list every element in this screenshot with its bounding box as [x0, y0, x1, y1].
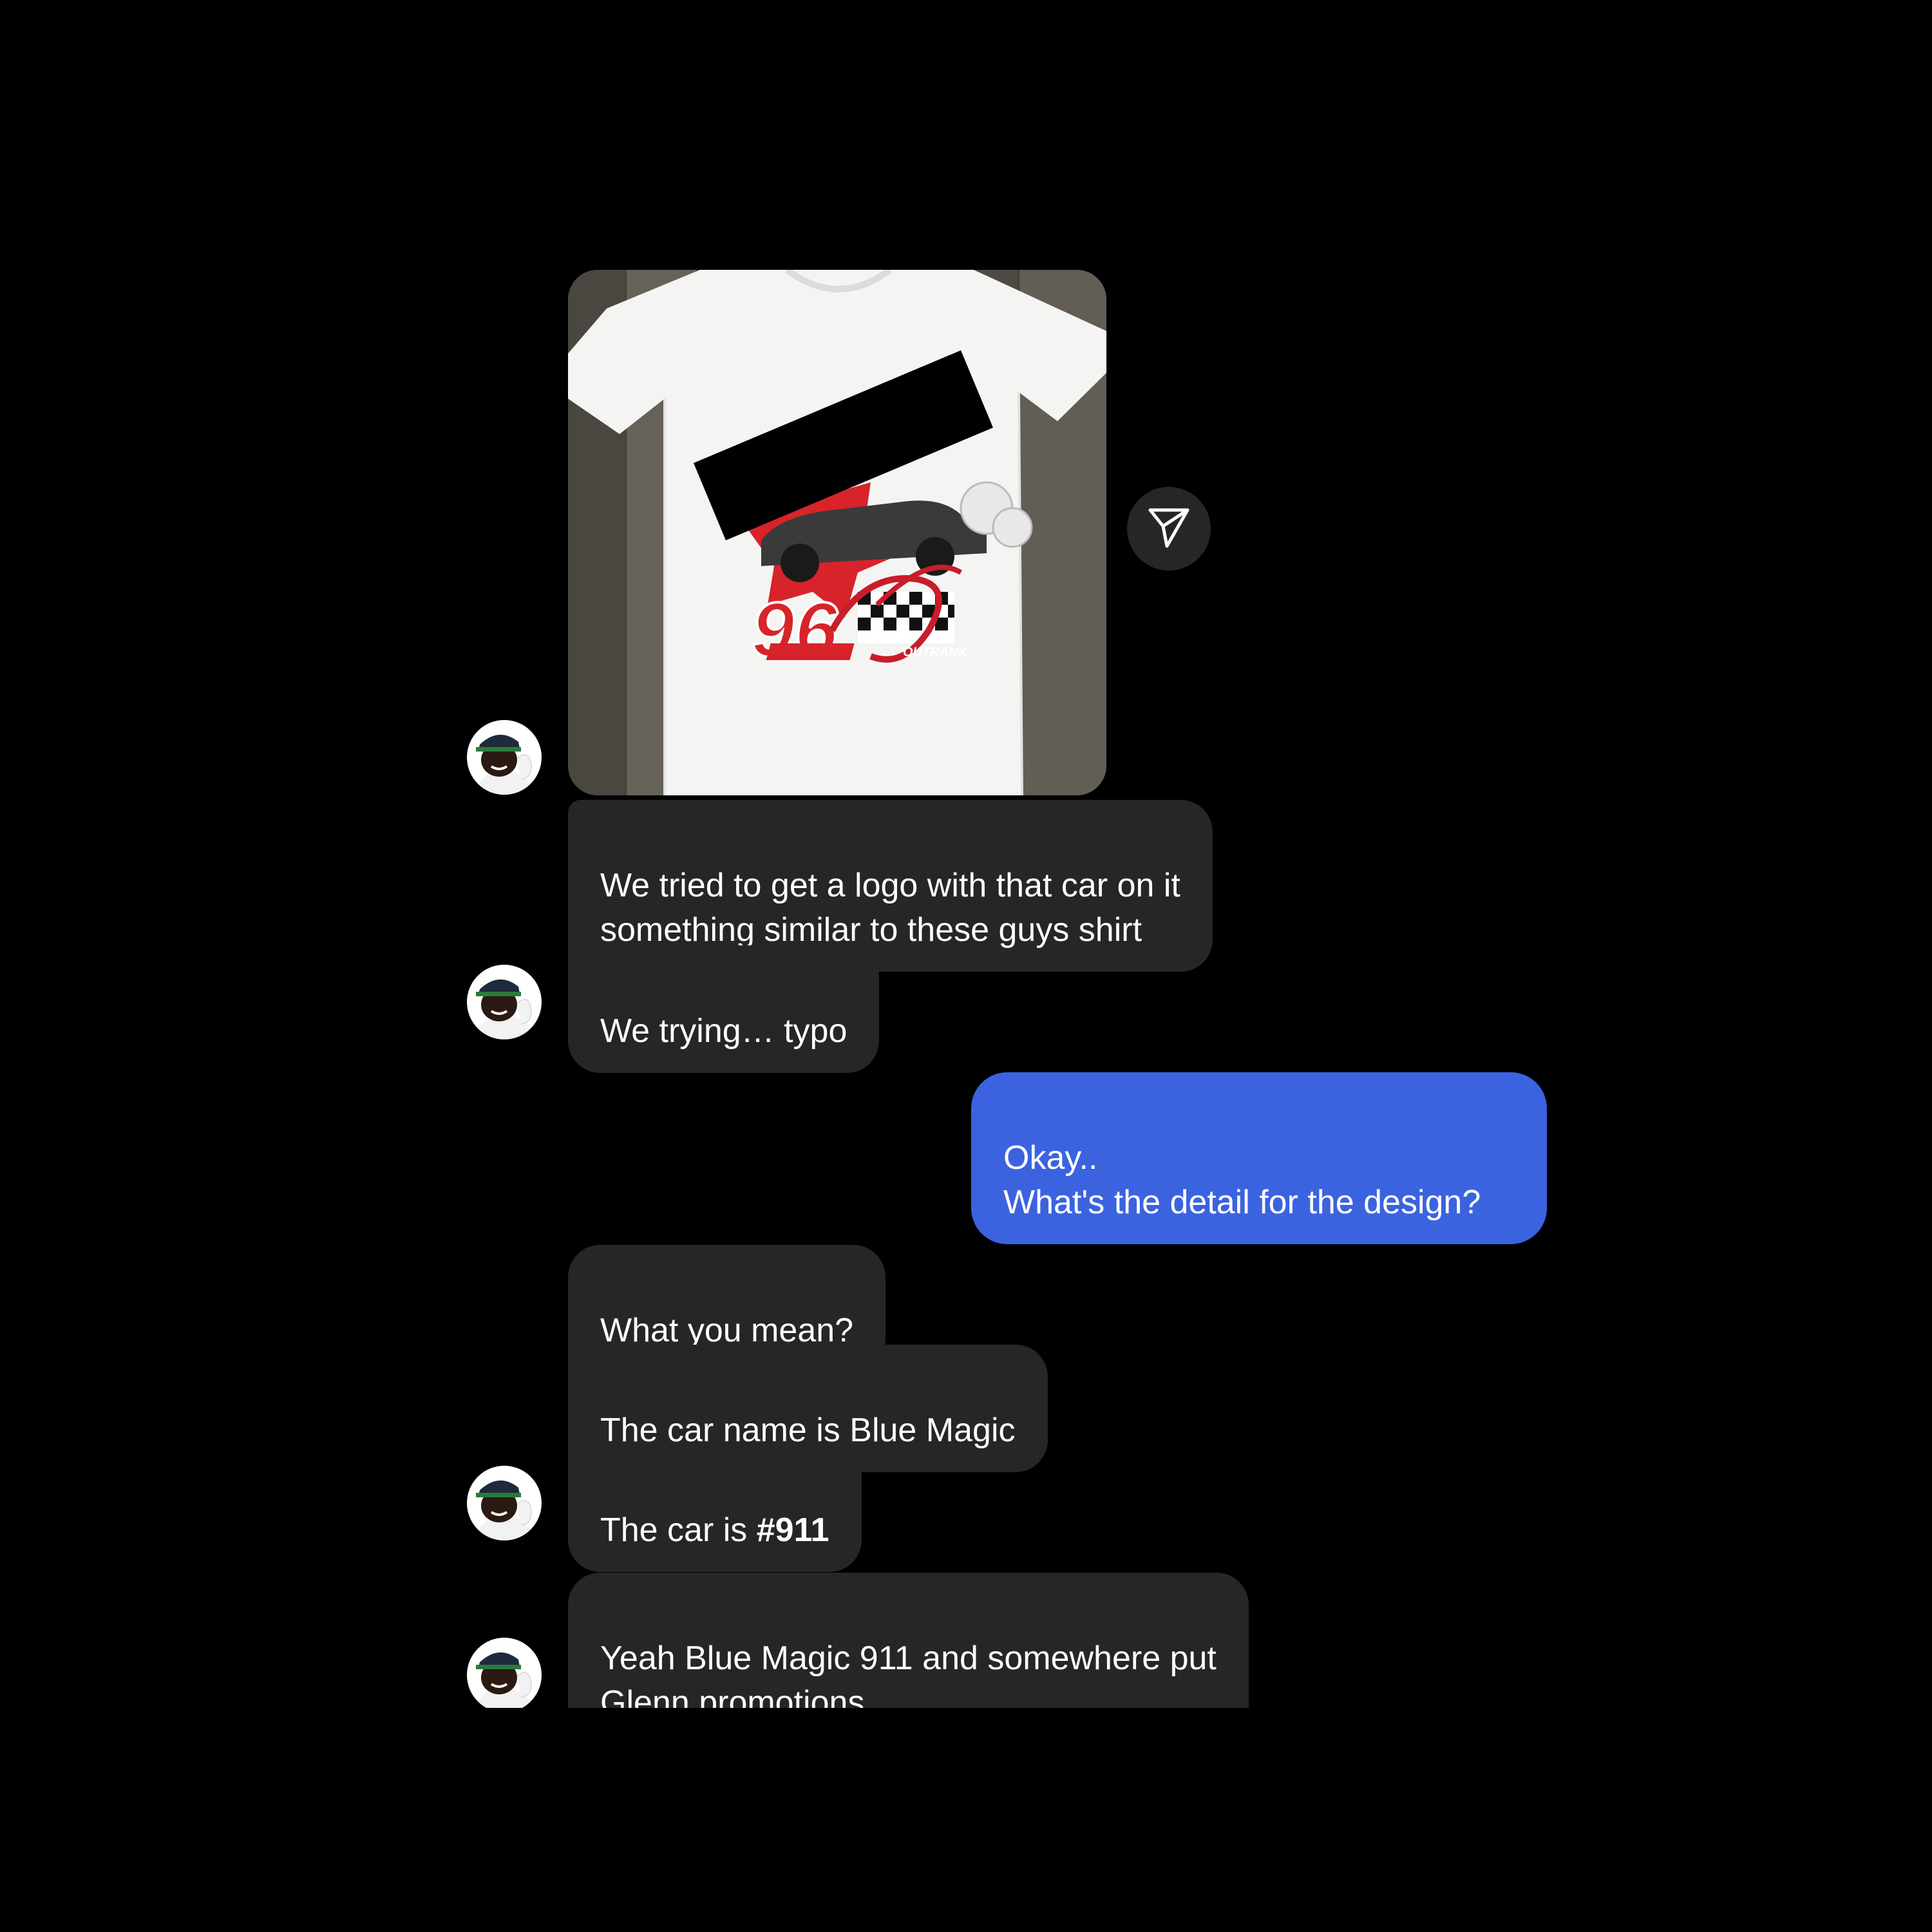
- chat-screen: 96 OUTRANK We tried to get a logo with t…: [0, 0, 1932, 1932]
- message-text: What you mean?: [600, 1312, 854, 1349]
- message-bubble-incoming[interactable]: The car is #911: [568, 1444, 862, 1572]
- message-text: Okay.. What's the detail for the design?: [1003, 1139, 1481, 1221]
- sender-avatar[interactable]: [467, 720, 542, 795]
- message-text: The car name is Blue Magic: [600, 1412, 1016, 1449]
- message-bubble-incoming[interactable]: We trying… typo: [568, 945, 880, 1073]
- message-text-bold: #911: [756, 1511, 829, 1549]
- paper-plane-icon: [1146, 505, 1191, 553]
- message-text: Yeah Blue Magic 911 and somewhere put Gl…: [600, 1640, 1217, 1708]
- sender-avatar[interactable]: [467, 1638, 542, 1708]
- sender-avatar[interactable]: [467, 1466, 542, 1540]
- shared-post-image[interactable]: 96 OUTRANK: [568, 270, 1106, 795]
- message-bubble-outgoing[interactable]: Okay.. What's the detail for the design?: [971, 1072, 1547, 1244]
- message-text: The car is: [600, 1511, 757, 1549]
- message-thread[interactable]: 96 OUTRANK We tried to get a logo with t…: [0, 0, 1932, 1708]
- message-bubble-incoming[interactable]: Yeah Blue Magic 911 and somewhere put Gl…: [568, 1573, 1249, 1708]
- message-text: We trying… typo: [600, 1012, 848, 1050]
- share-button[interactable]: [1127, 487, 1211, 571]
- message-text: We tried to get a logo with that car on …: [600, 867, 1180, 949]
- sender-avatar[interactable]: [467, 965, 542, 1039]
- shirt-brand-graphic: OUTRANK: [903, 645, 969, 659]
